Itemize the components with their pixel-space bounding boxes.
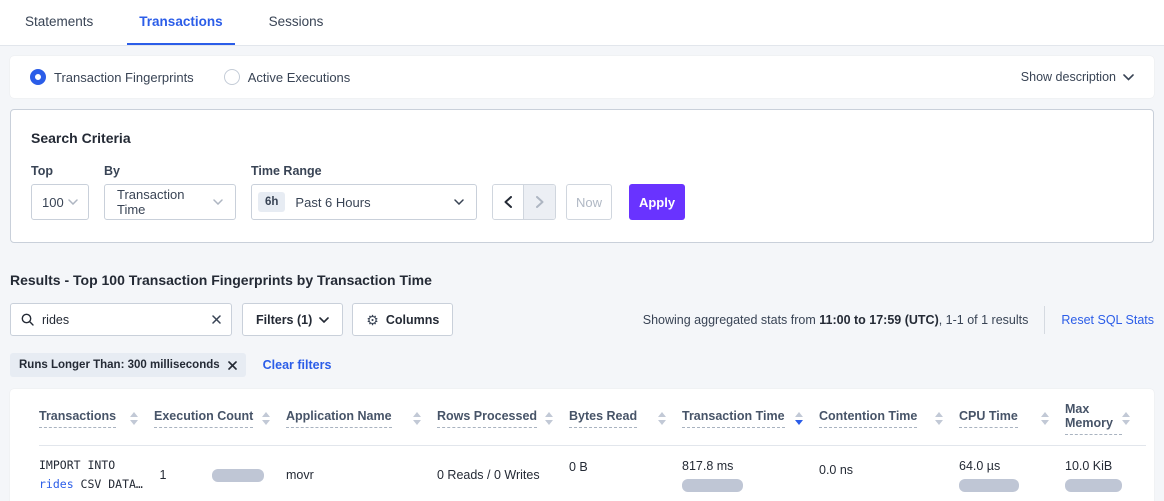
sort-caret-icon[interactable]	[130, 412, 138, 425]
top-value: 100	[42, 195, 64, 210]
cell-execution-count: 1	[154, 446, 286, 501]
column-header-transactions[interactable]: Transactions	[39, 389, 154, 445]
results-controls: Filters (1) ⚙ Columns Showing aggregated…	[10, 303, 1154, 336]
time-range-value: Past 6 Hours	[295, 195, 370, 210]
tab-transactions[interactable]: Transactions	[127, 0, 234, 45]
table-header-row: Transactions Execution Count Application…	[39, 389, 1146, 446]
cell-cpu-time: 64.0 µs	[959, 446, 1065, 501]
by-value: Transaction Time	[117, 187, 213, 217]
sort-caret-icon[interactable]	[1041, 412, 1049, 425]
filters-button[interactable]: Filters (1)	[242, 303, 343, 336]
remove-filter-icon[interactable]	[228, 361, 237, 370]
gear-icon: ⚙	[366, 313, 379, 327]
search-criteria-title: Search Criteria	[31, 130, 1133, 146]
chevron-down-icon	[68, 199, 78, 205]
cell-contention-time: 0.0 ns	[819, 446, 959, 501]
chevron-down-icon	[1123, 74, 1134, 81]
by-label: By	[104, 164, 236, 178]
show-description-label: Show description	[1021, 70, 1116, 84]
results-heading: Results - Top 100 Transaction Fingerprin…	[10, 272, 1154, 288]
filter-chip-label: Runs Longer Than: 300 milliseconds	[19, 359, 220, 371]
aggregated-stats-text: Showing aggregated stats from 11:00 to 1…	[643, 313, 1029, 327]
tab-sessions[interactable]: Sessions	[257, 0, 336, 45]
sort-caret-icon[interactable]	[658, 412, 666, 425]
clear-search-icon[interactable]	[212, 315, 221, 324]
radio-label: Active Executions	[248, 70, 351, 85]
cell-transaction: IMPORT INTO rides CSV DATA…	[39, 446, 154, 501]
show-description-toggle[interactable]: Show description	[1021, 70, 1134, 84]
page-content: Transaction Fingerprints Active Executio…	[0, 56, 1164, 501]
cell-max-memory: 10.0 KiB	[1065, 446, 1146, 501]
time-next-button[interactable]	[524, 185, 555, 219]
radio-unselected-icon	[224, 69, 240, 85]
reset-sql-stats-link[interactable]: Reset SQL Stats	[1061, 313, 1154, 327]
sort-caret-icon[interactable]	[795, 412, 803, 425]
time-nav-group	[492, 184, 556, 220]
columns-label: Columns	[386, 313, 439, 327]
cpu-time-bar	[959, 479, 1019, 492]
apply-button[interactable]: Apply	[629, 184, 685, 220]
column-header-transaction-time[interactable]: Transaction Time	[682, 389, 819, 445]
view-toggle-bar: Transaction Fingerprints Active Executio…	[10, 56, 1154, 98]
active-filters-row: Runs Longer Than: 300 milliseconds Clear…	[10, 353, 1154, 377]
top-field: Top 100	[31, 164, 89, 220]
sort-caret-icon[interactable]	[262, 412, 270, 425]
results-search-box	[10, 303, 232, 336]
by-field: By Transaction Time	[104, 164, 236, 220]
column-header-contention-time[interactable]: Contention Time	[819, 389, 959, 445]
column-header-execution-count[interactable]: Execution Count	[154, 389, 286, 445]
column-header-bytes-read[interactable]: Bytes Read	[569, 389, 682, 445]
radio-active-executions[interactable]: Active Executions	[224, 69, 351, 85]
sort-caret-icon[interactable]	[1122, 412, 1130, 425]
chevron-down-icon	[213, 199, 223, 205]
sort-caret-icon[interactable]	[413, 412, 421, 425]
cell-rows-processed: 0 Reads / 0 Writes	[437, 446, 569, 501]
execution-count-bar	[212, 469, 264, 482]
columns-button[interactable]: ⚙ Columns	[352, 303, 453, 336]
chevron-down-icon	[319, 317, 329, 323]
time-prev-button[interactable]	[493, 185, 524, 219]
tab-statements[interactable]: Statements	[13, 0, 105, 45]
filter-chip: Runs Longer Than: 300 milliseconds	[10, 353, 246, 377]
time-range-label: Time Range	[251, 164, 477, 178]
transaction-fingerprint-link[interactable]: rides	[39, 477, 74, 491]
by-select[interactable]: Transaction Time	[104, 184, 236, 220]
transaction-time-bar	[682, 479, 743, 492]
column-header-rows-processed[interactable]: Rows Processed	[437, 389, 569, 445]
column-header-application-name[interactable]: Application Name	[286, 389, 437, 445]
time-range-field: Time Range 6h Past 6 Hours	[251, 164, 477, 220]
column-header-max-memory[interactable]: Max Memory	[1065, 389, 1146, 445]
cell-bytes-read: 0 B	[569, 446, 682, 501]
top-select[interactable]: 100	[31, 184, 89, 220]
sort-caret-icon[interactable]	[935, 412, 943, 425]
column-header-cpu-time[interactable]: CPU Time	[959, 389, 1065, 445]
search-input[interactable]	[42, 313, 212, 327]
chevron-right-icon	[536, 196, 544, 208]
search-criteria-panel: Search Criteria Top 100 By Transaction T…	[10, 109, 1154, 243]
radio-selected-icon	[30, 69, 46, 85]
results-table: Transactions Execution Count Application…	[10, 389, 1154, 501]
radio-label: Transaction Fingerprints	[54, 70, 194, 85]
divider	[1044, 306, 1045, 334]
radio-transaction-fingerprints[interactable]: Transaction Fingerprints	[30, 69, 194, 85]
time-range-badge: 6h	[258, 192, 285, 212]
now-button[interactable]: Now	[566, 184, 612, 220]
cell-transaction-time: 817.8 ms	[682, 446, 819, 501]
top-label: Top	[31, 164, 89, 178]
chevron-left-icon	[504, 196, 512, 208]
stats-time-range: 11:00 to 17:59 (UTC)	[819, 313, 938, 327]
page-tabs: Statements Transactions Sessions	[0, 0, 1164, 46]
chevron-down-icon	[454, 199, 464, 205]
search-icon	[21, 313, 34, 326]
clear-filters-link[interactable]: Clear filters	[263, 358, 332, 372]
sort-caret-icon[interactable]	[545, 412, 553, 425]
table-row[interactable]: IMPORT INTO rides CSV DATA… 1 movr 0 Rea…	[39, 446, 1146, 501]
max-memory-bar	[1065, 479, 1122, 492]
time-range-select[interactable]: 6h Past 6 Hours	[251, 184, 477, 220]
cell-application-name: movr	[286, 446, 437, 501]
filters-label: Filters (1)	[256, 313, 312, 327]
